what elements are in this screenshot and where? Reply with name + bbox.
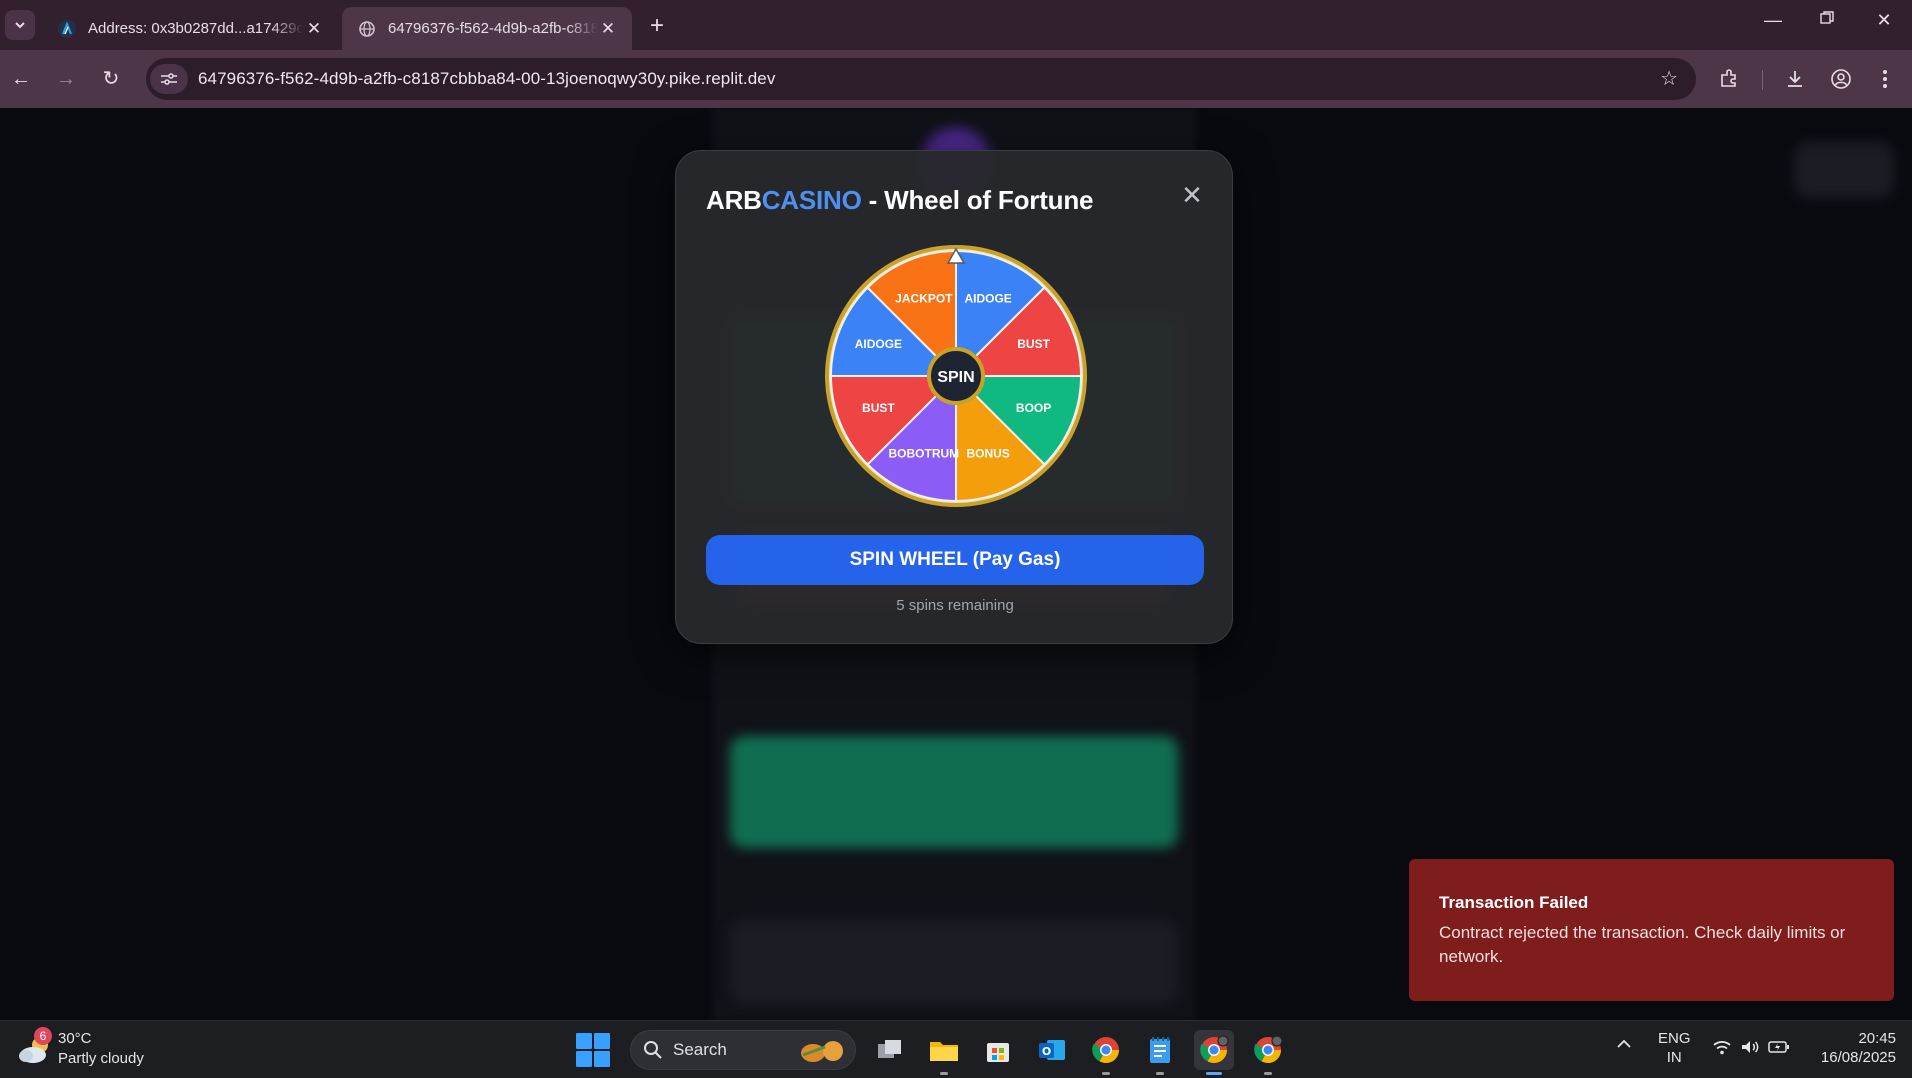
file-explorer-icon[interactable]: [924, 1030, 964, 1075]
browser-toolbar: ← → ↻ 64796376-f562-4d9b-a2fb-c8187cbbba…: [0, 50, 1912, 108]
task-view-icon[interactable]: [870, 1030, 910, 1070]
tab-address[interactable]: Address: 0x3b0287dd...a17429c ✕: [42, 7, 338, 50]
extensions-icon[interactable]: [1716, 66, 1742, 92]
partly-cloudy-icon: 6: [16, 1027, 56, 1069]
spin-center-label[interactable]: SPIN: [937, 369, 974, 386]
temperature: 30°C: [58, 1030, 92, 1047]
outlook-icon[interactable]: O: [1032, 1030, 1072, 1070]
challenge-blurred: [730, 736, 1178, 848]
taskbar-apps: Search O: [576, 1028, 1288, 1075]
wheel-segment-label: BUST: [862, 401, 895, 415]
tab-replit[interactable]: 64796376-f562-4d9b-a2fb-c8187 ✕: [342, 7, 632, 50]
forward-arrow-icon[interactable]: →: [51, 64, 81, 94]
wheel-segment-label: JACKPOT: [895, 291, 953, 305]
spins-remaining-text: 5 spins remaining: [896, 597, 1014, 614]
token-card-blurred: [730, 920, 1178, 1004]
address-bar[interactable]: 64796376-f562-4d9b-a2fb-c8187cbbba84-00-…: [146, 58, 1696, 100]
svg-text:O: O: [1042, 1045, 1051, 1058]
site-info-icon[interactable]: [150, 64, 188, 94]
wheel-segment-label: AIDOGE: [964, 291, 1011, 305]
volume-icon[interactable]: [1740, 1039, 1760, 1059]
download-icon[interactable]: [1782, 66, 1808, 92]
battery-icon[interactable]: [1768, 1039, 1790, 1059]
chrome-profile-icon[interactable]: [1194, 1030, 1234, 1075]
tab-title: Address: 0x3b0287dd...a17429c: [88, 20, 304, 37]
taskbar-search[interactable]: Search: [630, 1030, 856, 1070]
reload-icon[interactable]: ↻: [96, 64, 126, 94]
weather-condition: Partly cloudy: [58, 1050, 144, 1067]
wheel-segment-label: BOBOTRUM: [889, 447, 960, 461]
toast-title: Transaction Failed: [1439, 893, 1589, 912]
close-icon[interactable]: ✕: [1178, 181, 1206, 209]
minimize-icon[interactable]: —: [1758, 10, 1788, 31]
weather-widget[interactable]: 6 30°C Partly cloudy: [16, 1027, 144, 1069]
profile-icon[interactable]: [1828, 66, 1854, 92]
show-hidden-icons-icon[interactable]: [1616, 1037, 1632, 1054]
chevron-down-icon: [15, 22, 25, 29]
tab-search-button[interactable]: [5, 10, 35, 40]
wheel-segment-label: BOOP: [1016, 401, 1051, 415]
modal-title: ARBCASINO - Wheel of Fortune: [706, 185, 1094, 215]
more-menu-icon[interactable]: [1872, 66, 1898, 92]
back-arrow-icon[interactable]: ←: [6, 64, 36, 94]
spin-wheel-button[interactable]: SPIN WHEEL (Pay Gas): [706, 535, 1204, 585]
browser-tab-bar: Address: 0x3b0287dd...a17429c ✕ 64796376…: [0, 0, 1912, 50]
taskbar: 6 30°C Partly cloudy Search O ENG IN 20:…: [0, 1020, 1912, 1078]
restore-icon[interactable]: [1812, 10, 1842, 31]
toast-message: Contract rejected the transaction. Check…: [1439, 923, 1846, 966]
windows-start-icon[interactable]: [576, 1033, 610, 1067]
error-toast[interactable]: Transaction Failed Contract rejected the…: [1409, 859, 1894, 1001]
weather-badge: 6: [34, 1027, 52, 1045]
notepad-icon[interactable]: [1140, 1030, 1180, 1075]
search-icon: [644, 1041, 662, 1059]
close-tab-icon[interactable]: ✕: [598, 19, 618, 39]
tab-title: 64796376-f562-4d9b-a2fb-c8187: [388, 20, 598, 37]
microsoft-store-icon[interactable]: [978, 1030, 1018, 1070]
close-window-icon[interactable]: ✕: [1869, 10, 1899, 31]
wheel-segment-label: BONUS: [966, 447, 1009, 461]
wheel-graphic: AIDOGE BUST BOOP BONUS BOBOTRUM BUST AIDOGE JAC…: [825, 245, 1087, 507]
new-tab-icon[interactable]: +: [644, 12, 670, 40]
wallet-blurred: [1794, 142, 1894, 198]
wheel-segment-label: AIDOGE: [855, 337, 902, 351]
clock[interactable]: 20:45 16/08/2025: [1812, 1029, 1896, 1067]
close-tab-icon[interactable]: ✕: [304, 19, 324, 39]
arbitrum-favicon-icon: [58, 19, 76, 38]
toolbar-divider: [1762, 70, 1763, 90]
wheel-segment-label: BUST: [1017, 337, 1050, 351]
url-text: 64796376-f562-4d9b-a2fb-c8187cbbba84-00-…: [198, 69, 776, 88]
wifi-icon[interactable]: [1712, 1039, 1732, 1059]
language-indicator[interactable]: ENG IN: [1658, 1029, 1691, 1067]
bookmark-star-icon[interactable]: ☆: [1660, 66, 1678, 91]
search-highlight-icon: [801, 1041, 843, 1062]
wheel-modal: ARBCASINO - Wheel of Fortune ✕ AIDOGE BUS…: [675, 150, 1233, 644]
chrome-profile-2-icon[interactable]: [1248, 1030, 1288, 1075]
fortune-wheel: AIDOGE BUST BOOP BONUS BOBOTRUM BUST AIDOGE JAC…: [823, 243, 1089, 509]
globe-icon: [358, 20, 376, 38]
chrome-icon[interactable]: [1086, 1030, 1126, 1075]
